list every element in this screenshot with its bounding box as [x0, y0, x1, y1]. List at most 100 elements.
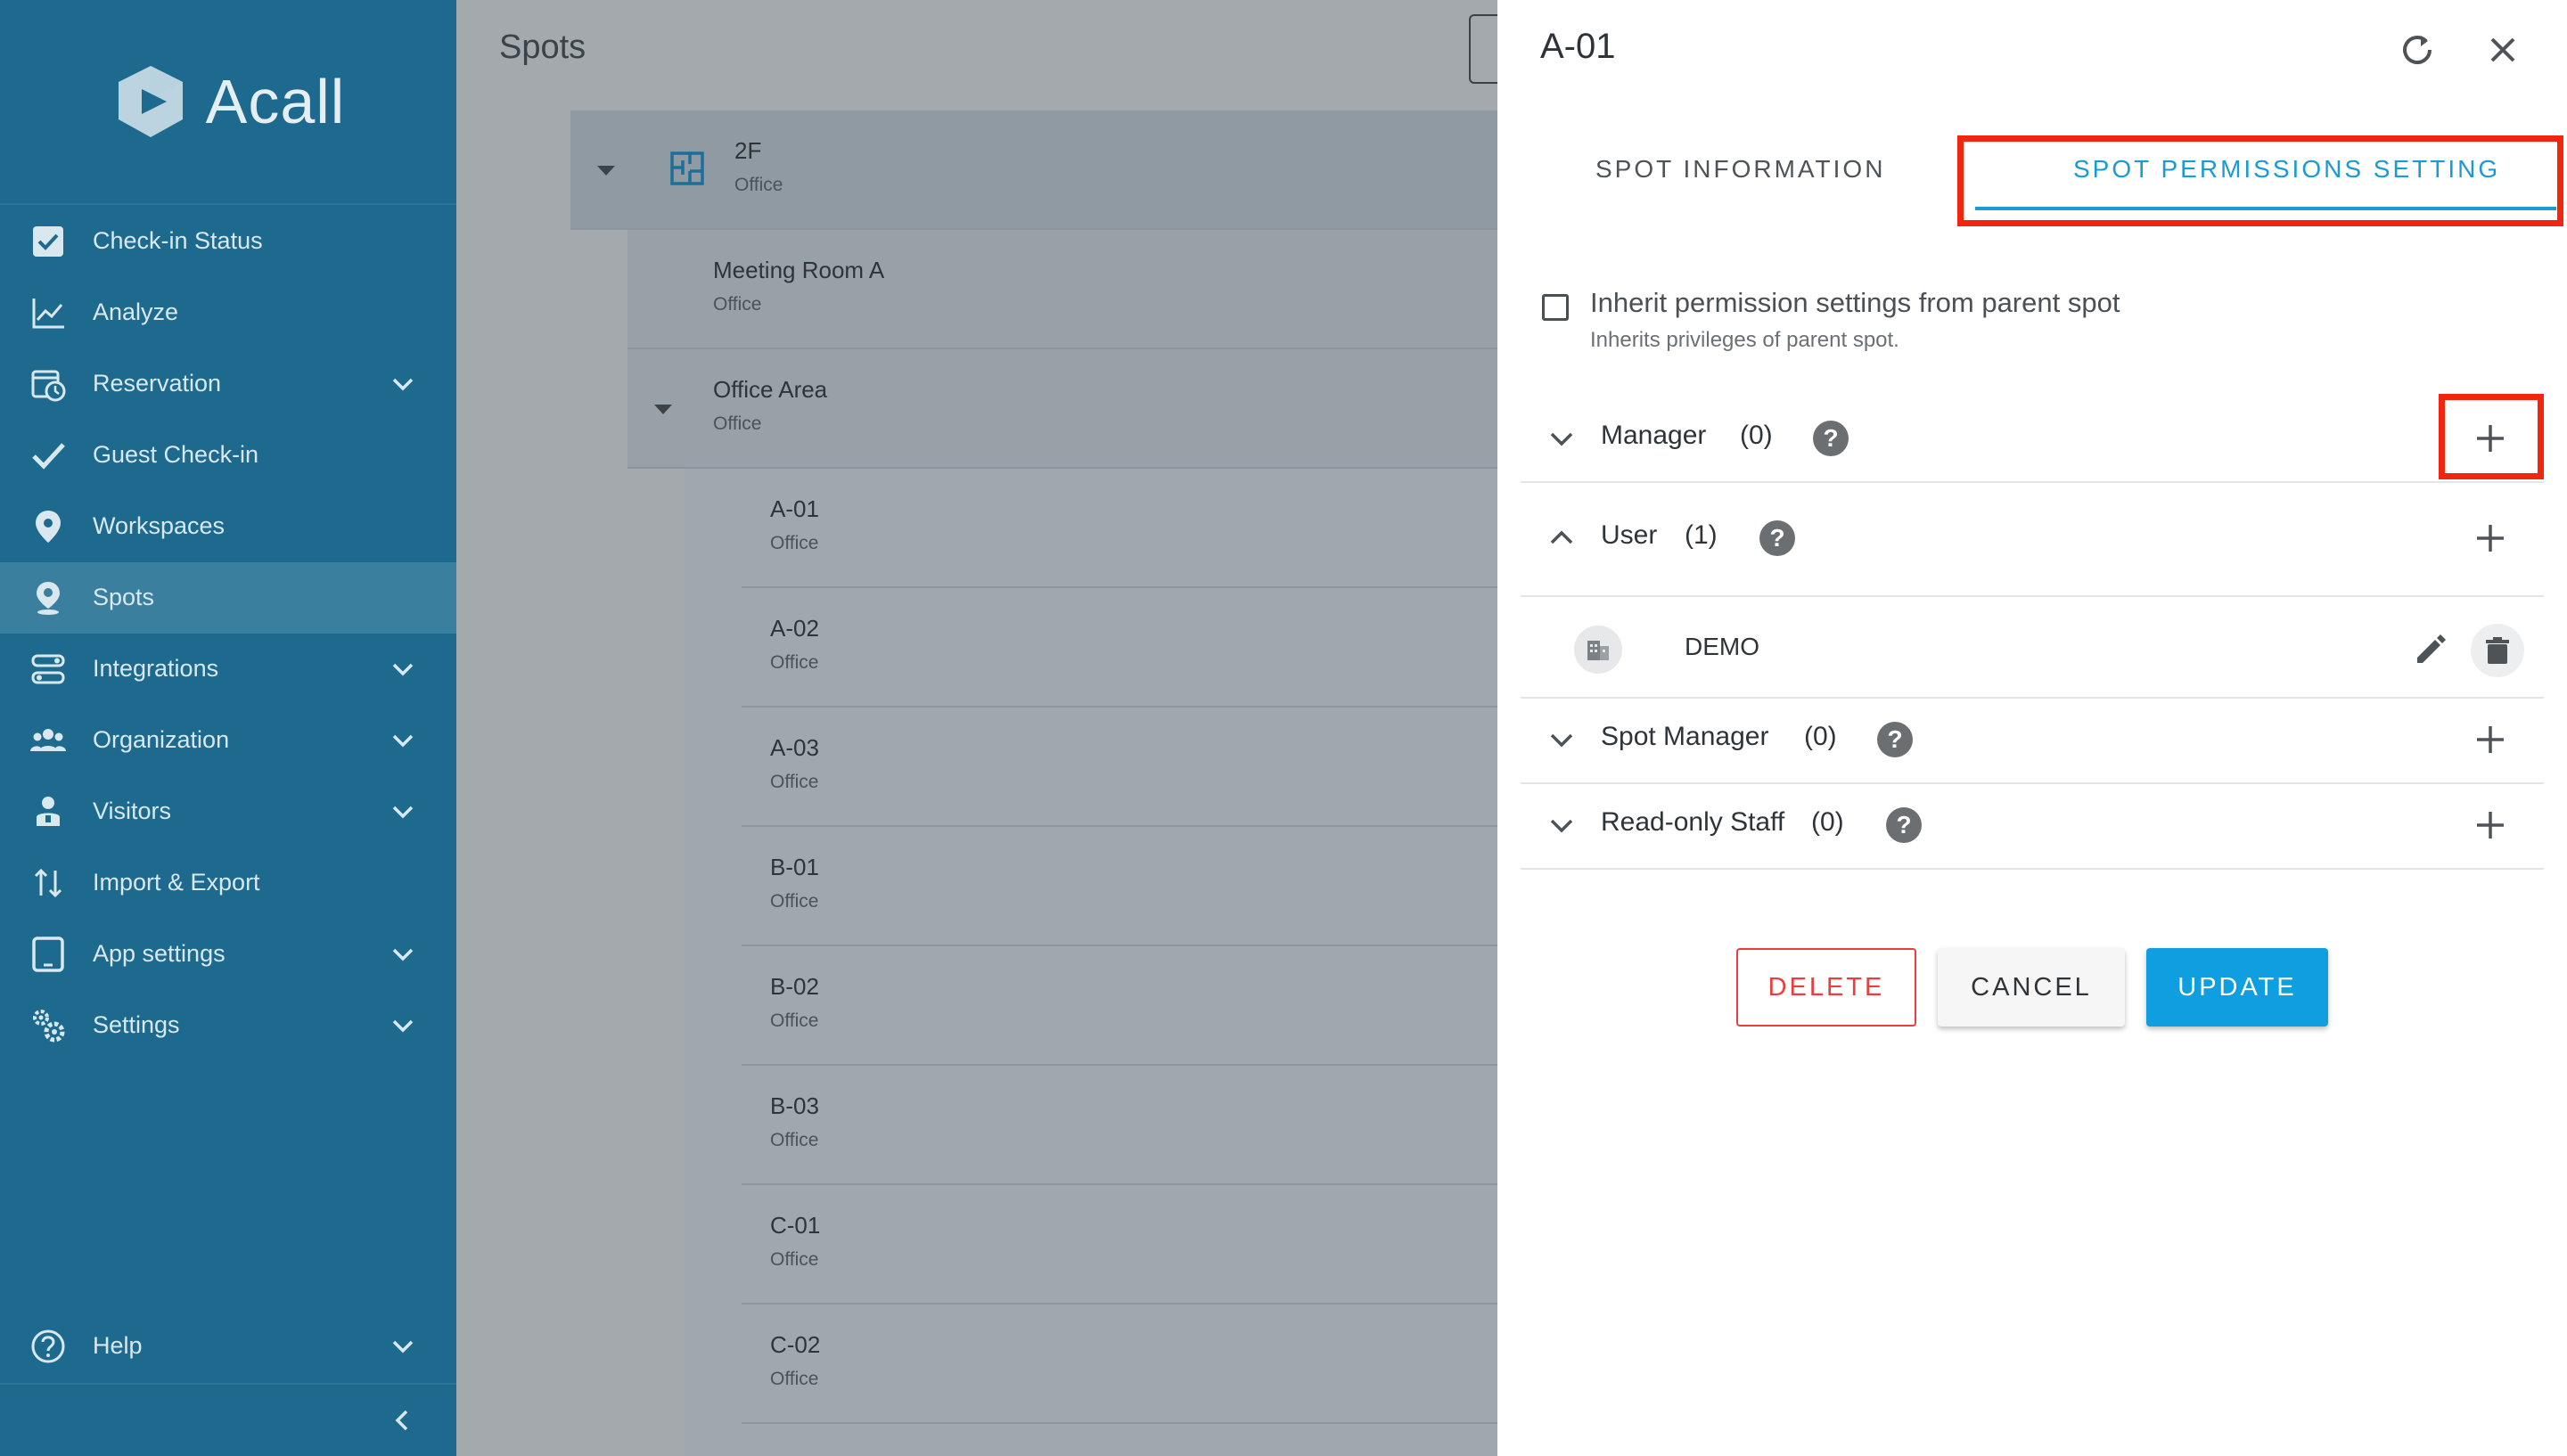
section-title: Spot Manager [1601, 722, 1769, 751]
tree-item-name[interactable]: C-02 [770, 1331, 820, 1359]
sidebar-item-label: Reservation [93, 370, 222, 397]
sidebar-item-guest-check-in[interactable]: Guest Check-in [0, 420, 456, 491]
tree-item-name[interactable]: A-03 [770, 734, 819, 762]
row-divider [742, 1303, 1497, 1305]
section-title: User [1601, 520, 1658, 550]
help-icon[interactable]: ? [1886, 807, 1922, 843]
tree-item-type: Office [770, 1249, 819, 1270]
tree-item-type: Office [770, 1130, 819, 1150]
inherit-permissions-hint: Inherits privileges of parent spot. [1590, 328, 1899, 352]
sidebar-item-label: Analyze [93, 299, 179, 325]
integrations-icon [31, 654, 65, 684]
close-icon[interactable] [2481, 29, 2524, 71]
collapse-sidebar-icon[interactable] [389, 1406, 417, 1435]
add-read-only-staff-button[interactable] [2473, 807, 2508, 843]
help-icon[interactable]: ? [1813, 421, 1849, 456]
inherit-permissions-label[interactable]: Inherit permission settings from parent … [1590, 287, 2120, 319]
caret-down-icon[interactable] [654, 405, 672, 414]
edit-pencil-icon[interactable] [2410, 631, 2449, 670]
sidebar-item-visitors[interactable]: Visitors [0, 776, 456, 847]
tree-row-office-area[interactable] [627, 349, 1497, 469]
tree-item-name[interactable]: B-01 [770, 854, 819, 881]
people-group-icon [30, 729, 66, 751]
floor-plan-icon [670, 151, 704, 185]
row-divider [742, 945, 1497, 946]
add-spot-manager-button[interactable] [2473, 722, 2508, 757]
refresh-icon[interactable] [2396, 29, 2439, 71]
chevron-down-icon[interactable] [1546, 724, 1578, 756]
section-count: (0) [1804, 722, 1837, 751]
tree-item-type: Office [770, 891, 819, 912]
acall-logo[interactable]: Acall [0, 0, 456, 205]
sidebar-item-label: Spots [93, 584, 155, 610]
tree-item-type: Office [734, 175, 783, 195]
update-button[interactable]: UPDATE [2146, 948, 2328, 1027]
sidebar-item-analyze[interactable]: Analyze [0, 277, 456, 348]
tree-item-name[interactable]: B-03 [770, 1092, 819, 1120]
row-divider [742, 586, 1497, 588]
tree-item-name[interactable]: B-02 [770, 973, 819, 1001]
calendar-clock-icon [31, 370, 66, 402]
sidebar-item-spots[interactable]: Spots [0, 562, 456, 634]
tree-item-type: Office [770, 772, 819, 792]
chevron-down-icon[interactable] [1546, 422, 1578, 454]
tree-row-2f[interactable] [570, 110, 1497, 230]
gears-icon [33, 1010, 65, 1043]
acall-logo-icon [118, 66, 183, 137]
tree-item-name[interactable]: A-01 [770, 495, 819, 523]
section-count: (1) [1685, 520, 1718, 550]
delete-entry-button[interactable] [2471, 624, 2524, 677]
section-user [1521, 483, 2544, 597]
help-icon[interactable]: ? [1759, 520, 1795, 556]
sidebar-item-check-in-status[interactable]: Check-in Status [0, 206, 456, 277]
sidebar-item-label: Help [93, 1332, 143, 1359]
tree-item-name[interactable]: C-01 [770, 1212, 820, 1239]
chevron-down-icon [392, 806, 414, 819]
visitor-icon [37, 797, 60, 826]
entry-avatar [1574, 626, 1622, 674]
tree-item-type: Office [770, 533, 819, 553]
row-divider [742, 706, 1497, 708]
inherit-permissions-checkbox[interactable] [1542, 294, 1569, 321]
tree-item-type: Office [770, 1010, 819, 1031]
sidebar-item-organization[interactable]: Organization [0, 705, 456, 776]
sidebar-item-app-settings[interactable]: App settings [0, 919, 456, 990]
section-count: (0) [1740, 421, 1773, 450]
sidebar-item-label: Visitors [93, 798, 172, 824]
row-divider [742, 1064, 1497, 1066]
help-icon[interactable]: ? [1877, 722, 1913, 757]
add-user-button[interactable] [2473, 520, 2508, 556]
chevron-up-icon[interactable] [1546, 522, 1578, 554]
chevron-down-icon[interactable] [1546, 809, 1578, 841]
user-entry-row [1521, 597, 2544, 699]
tree-row-meeting-room-a[interactable] [627, 230, 1497, 349]
cancel-button[interactable]: CANCEL [1938, 948, 2125, 1027]
sidebar-item-label: Check-in Status [93, 227, 263, 254]
sidebar-divider [0, 1383, 456, 1385]
checkmark-icon [32, 443, 65, 470]
sidebar-item-settings[interactable]: Settings [0, 990, 456, 1061]
sidebar-item-help[interactable]: Help [0, 1311, 456, 1382]
annotation-highlight-tab [1957, 135, 2563, 226]
sidebar-item-label: Guest Check-in [93, 441, 259, 468]
sidebar-item-workspaces[interactable]: Workspaces [0, 491, 456, 562]
caret-down-icon[interactable] [597, 166, 615, 176]
annotation-highlight-add-manager [2439, 394, 2544, 479]
row-divider [742, 1422, 1497, 1424]
tree-item-name[interactable]: A-02 [770, 615, 819, 642]
entry-name: DEMO [1685, 633, 1759, 660]
tab-spot-information[interactable]: SPOT INFORMATION [1595, 155, 1885, 184]
sidebar-item-import-export[interactable]: Import & Export [0, 847, 456, 919]
tree-item-type: Office [713, 294, 762, 315]
tree-item-type: Office [770, 1369, 819, 1389]
sidebar-item-integrations[interactable]: Integrations [0, 634, 456, 705]
section-count: (0) [1811, 807, 1844, 837]
delete-button[interactable]: DELETE [1736, 948, 1916, 1027]
building-icon [1587, 641, 1609, 660]
row-divider [742, 825, 1497, 827]
sidebar-item-reservation[interactable]: Reservation [0, 348, 456, 420]
chevron-down-icon [392, 1340, 414, 1354]
tablet-icon [32, 937, 64, 972]
page-title: Spots [499, 29, 586, 66]
checkbox-icon [33, 226, 63, 257]
